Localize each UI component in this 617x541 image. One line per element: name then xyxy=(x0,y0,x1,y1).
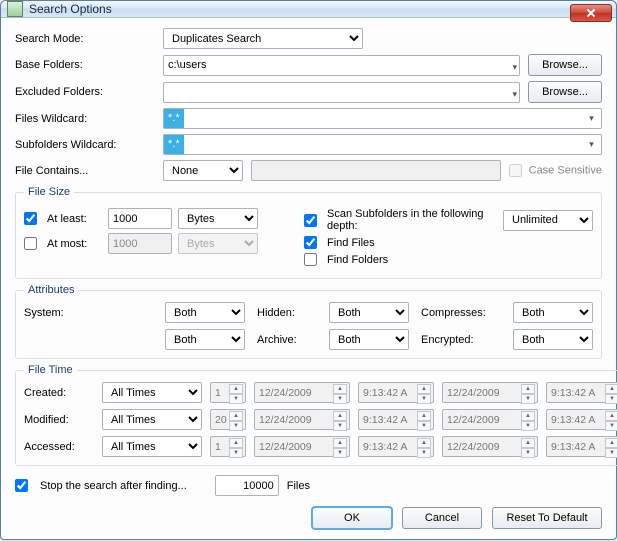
browse-base-button[interactable]: Browse... xyxy=(528,54,602,76)
file-size-left: At least: Bytes At most: Bytes xyxy=(24,204,284,258)
stop-after-unit: Files xyxy=(287,480,310,492)
ft-created-d1[interactable]: 12/24/2009▲▼ xyxy=(254,382,350,403)
scan-right: Scan Subfolders in the following depth: … xyxy=(304,204,593,270)
stop-after-label: Stop the search after finding... xyxy=(40,480,187,492)
at-most-label: At most: xyxy=(47,238,102,250)
search-options-dialog: Search Options Search Mode: Duplicates S… xyxy=(0,0,617,540)
reset-button[interactable]: Reset To Default xyxy=(492,507,602,529)
attr-encrypted-label: Encrypted: xyxy=(421,334,501,346)
attr-archive-label: Archive: xyxy=(257,334,317,346)
ft-created-label: Created: xyxy=(24,387,94,399)
excluded-folders-combo[interactable] xyxy=(163,82,520,103)
excluded-folders-label: Excluded Folders: xyxy=(15,86,155,98)
ft-modified-t2[interactable]: 9:13:42 A▲▼ xyxy=(546,409,617,430)
app-icon xyxy=(7,1,23,17)
scan-depth-select[interactable]: Unlimited xyxy=(503,210,593,231)
ft-modified-mode[interactable]: All Times xyxy=(102,409,202,430)
at-least-value[interactable] xyxy=(108,208,172,229)
files-wildcard-token: *.* xyxy=(164,109,184,128)
ft-created-d2[interactable]: 12/24/2009▲▼ xyxy=(442,382,538,403)
attr-encrypted-select[interactable]: Both xyxy=(513,329,593,350)
ft-accessed-t1[interactable]: 9:13:42 A▲▼ xyxy=(358,436,434,457)
case-sensitive-checkbox[interactable] xyxy=(509,164,522,177)
search-mode-label: Search Mode: xyxy=(15,33,155,45)
at-most-checkbox[interactable] xyxy=(24,237,37,250)
ft-accessed-t2[interactable]: 9:13:42 A▲▼ xyxy=(546,436,617,457)
ft-accessed-d2[interactable]: 12/24/2009▲▼ xyxy=(442,436,538,457)
chevron-down-icon xyxy=(584,111,599,126)
find-files-label: Find Files xyxy=(327,237,375,249)
case-sensitive-option[interactable]: Case Sensitive xyxy=(509,164,602,177)
attr-system-label: System: xyxy=(24,307,153,319)
ft-modified-t1[interactable]: 9:13:42 A▲▼ xyxy=(358,409,434,430)
window-title: Search Options xyxy=(29,2,112,16)
file-size-group: File Size At least: Bytes At most: xyxy=(15,186,602,279)
attr-row2-left-select[interactable]: Both xyxy=(165,329,245,350)
ft-modified-d2[interactable]: 12/24/2009▲▼ xyxy=(442,409,538,430)
file-contains-label: File Contains... xyxy=(15,165,155,177)
attributes-group: Attributes System: Both Hidden: Both Com… xyxy=(15,284,602,359)
stop-after-count[interactable] xyxy=(215,475,279,496)
scan-subfolders-checkbox[interactable] xyxy=(304,214,317,227)
scan-subfolders-label: Scan Subfolders in the following depth: xyxy=(327,208,497,232)
dialog-buttons: OK Cancel Reset To Default xyxy=(15,507,602,529)
at-most-value[interactable] xyxy=(108,233,172,254)
attributes-legend: Attributes xyxy=(24,284,78,296)
chevron-down-icon xyxy=(584,137,599,152)
client-area: Search Mode: Duplicates Search Base Fold… xyxy=(1,18,616,541)
cancel-button[interactable]: Cancel xyxy=(402,507,482,529)
at-least-label: At least: xyxy=(47,213,102,225)
attr-archive-select[interactable]: Both xyxy=(329,329,409,350)
files-wildcard-label: Files Wildcard: xyxy=(15,113,155,125)
ft-accessed-mode[interactable]: All Times xyxy=(102,436,202,457)
attr-hidden-select[interactable]: Both xyxy=(329,302,409,323)
ft-created-t2[interactable]: 9:13:42 A▲▼ xyxy=(546,382,617,403)
at-least-unit-select[interactable]: Bytes xyxy=(178,208,258,229)
subfolders-wildcard-label: Subfolders Wildcard: xyxy=(15,139,155,151)
stop-after-checkbox[interactable] xyxy=(15,479,28,492)
find-files-checkbox[interactable] xyxy=(304,236,317,249)
file-contains-text[interactable] xyxy=(251,160,501,181)
base-folders-label: Base Folders: xyxy=(15,59,155,71)
search-mode-select[interactable]: Duplicates Search xyxy=(163,28,363,49)
attr-compresses-select[interactable]: Both xyxy=(513,302,593,323)
file-size-legend: File Size xyxy=(24,186,74,198)
ft-created-t1[interactable]: 9:13:42 A▲▼ xyxy=(358,382,434,403)
base-folders-value: c:\users xyxy=(168,59,207,71)
ft-created-n[interactable]: 1▲▼ xyxy=(210,382,246,403)
file-time-legend: File Time xyxy=(24,364,77,376)
attr-system-select[interactable]: Both xyxy=(165,302,245,323)
chevron-down-icon xyxy=(512,58,517,77)
ft-modified-d1[interactable]: 12/24/2009▲▼ xyxy=(254,409,350,430)
attr-compresses-label: Compresses: xyxy=(421,307,501,319)
close-button[interactable] xyxy=(570,4,612,22)
at-most-unit-select[interactable]: Bytes xyxy=(178,233,258,254)
file-time-group: File Time Created: All Times 1▲▼ 12/24/2… xyxy=(15,364,617,466)
titlebar: Search Options xyxy=(1,1,616,18)
chevron-down-icon xyxy=(512,85,517,104)
browse-excluded-button[interactable]: Browse... xyxy=(528,81,602,103)
find-folders-label: Find Folders xyxy=(327,254,388,266)
close-icon xyxy=(586,8,596,18)
files-wildcard-input[interactable]: *.* xyxy=(163,108,602,129)
file-contains-mode-select[interactable]: None xyxy=(163,160,243,181)
attr-hidden-label: Hidden: xyxy=(257,307,317,319)
find-folders-checkbox[interactable] xyxy=(304,253,317,266)
ok-button[interactable]: OK xyxy=(312,507,392,529)
subfolders-wildcard-token: *.* xyxy=(164,135,184,154)
base-folders-combo[interactable]: c:\users xyxy=(163,55,520,76)
ft-created-mode[interactable]: All Times xyxy=(102,382,202,403)
ft-accessed-n[interactable]: 1▲▼ xyxy=(210,436,246,457)
at-least-checkbox[interactable] xyxy=(24,212,37,225)
subfolders-wildcard-input[interactable]: *.* xyxy=(163,134,602,155)
ft-modified-label: Modified: xyxy=(24,414,94,426)
ft-modified-n[interactable]: 20▲▼ xyxy=(210,409,246,430)
ft-accessed-label: Accessed: xyxy=(24,441,94,453)
ft-accessed-d1[interactable]: 12/24/2009▲▼ xyxy=(254,436,350,457)
